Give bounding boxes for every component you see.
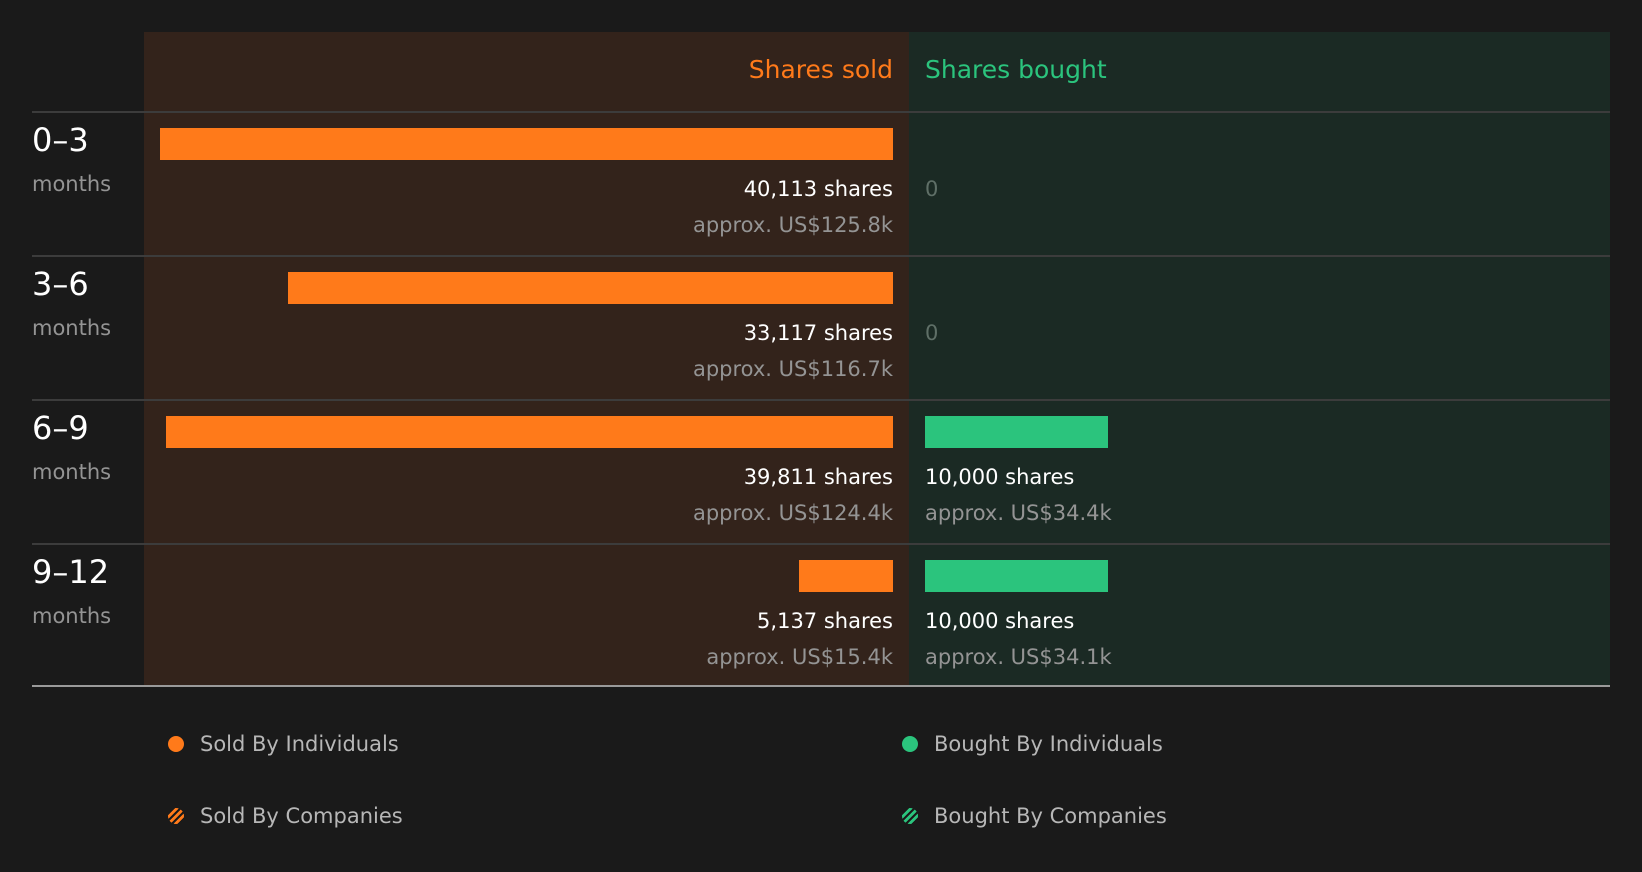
shares-sold-header: Shares sold [748, 55, 893, 84]
sold-value-label: approx. US$15.4k [706, 645, 893, 669]
period-unit-label: months [32, 604, 112, 628]
bought-zero-label: 0 [925, 177, 939, 201]
sold-shares-label: 33,117 shares [743, 321, 893, 345]
sold-shares-label: 5,137 shares [757, 609, 893, 633]
legend-label: Bought By Companies [934, 804, 1167, 828]
sold-bar [165, 416, 893, 448]
shares-bought-header: Shares bought [925, 55, 1107, 84]
row-divider [32, 399, 1610, 401]
chart-baseline [32, 685, 1610, 687]
period-label: 0–3 [32, 121, 89, 159]
bought-zero-label: 0 [925, 321, 939, 345]
bought-shares-label: 10,000 shares [925, 465, 1075, 489]
period-unit-label: months [32, 316, 112, 340]
row-divider [32, 111, 1610, 113]
legend-label: Bought By Individuals [934, 732, 1163, 756]
row-divider [32, 255, 1610, 257]
sold-value-label: approx. US$116.7k [692, 357, 893, 381]
sold-shares-label: 40,113 shares [743, 177, 893, 201]
row-divider [32, 543, 1610, 545]
period-label: 6–9 [32, 409, 89, 447]
sold-bar [287, 272, 893, 304]
period-unit-label: months [32, 172, 112, 196]
legend-hatched-icon [168, 808, 184, 824]
sold-shares-label: 39,811 shares [743, 465, 893, 489]
bought-shares-label: 10,000 shares [925, 609, 1075, 633]
bought-bar [925, 416, 1108, 448]
legend-label: Sold By Individuals [200, 732, 399, 756]
sold-bar [799, 560, 893, 592]
period-label: 9–12 [32, 553, 110, 591]
legend-dot-icon [902, 736, 918, 752]
period-unit-label: months [32, 460, 112, 484]
period-label: 3–6 [32, 265, 89, 303]
legend-hatched-icon [902, 808, 918, 824]
legend-dot-icon [168, 736, 184, 752]
sold-value-label: approx. US$125.8k [692, 213, 893, 237]
legend-label: Sold By Companies [200, 804, 403, 828]
sold-value-label: approx. US$124.4k [692, 501, 893, 525]
sold-bar [160, 128, 893, 160]
bought-value-label: approx. US$34.1k [925, 645, 1112, 669]
bought-bar [925, 560, 1108, 592]
bought-value-label: approx. US$34.4k [925, 501, 1112, 525]
